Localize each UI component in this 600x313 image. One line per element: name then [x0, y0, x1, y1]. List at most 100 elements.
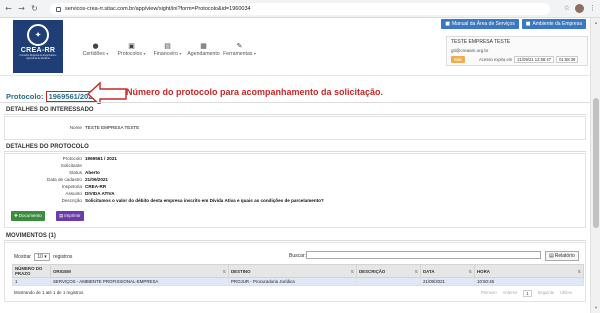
document-icon: ✚ — [14, 214, 18, 219]
cell-numero: 1 — [12, 277, 51, 286]
top-buttons: ■ Manual da Área de Serviços ■ Ambiente da… — [441, 19, 586, 29]
money-icon: ▤ — [164, 42, 171, 50]
annotation-text: Número do protocolo para acompanhamento … — [126, 87, 384, 97]
col-descricao[interactable]: DESCRIÇÃO ⇅ — [356, 264, 421, 278]
home-icon: ■ — [525, 21, 531, 27]
menu-certidoes[interactable]: ● Certidões ▾ — [78, 42, 113, 57]
page-length-select[interactable]: 10 ▾ — [34, 253, 50, 261]
cell-data: 21/09/2021 — [420, 277, 475, 286]
manual-button[interactable]: ■ Manual da Área de Serviços — [441, 19, 519, 29]
book-icon: ■ — [445, 21, 450, 27]
col-numero[interactable]: NÚMERO DO PRAZO — [12, 264, 51, 278]
col-data[interactable]: DATA ⇅ — [420, 264, 475, 278]
protocol-label: Protocolo: — [6, 92, 44, 101]
caret-down-icon: ▾ — [179, 51, 182, 56]
seal-icon: ✦ — [27, 24, 49, 46]
back-icon[interactable]: ← — [4, 4, 13, 13]
report-icon: ▤ — [549, 253, 554, 259]
sort-icon: ⇅ — [577, 268, 581, 274]
scroll-down-icon[interactable]: ▼ — [593, 305, 599, 311]
scroll-thumb[interactable] — [593, 98, 599, 228]
field-protocolo: Protocolo 1969561 / 2021 — [62, 156, 117, 161]
expires-label: Acesso expira em — [479, 57, 513, 62]
circle-icon: ● — [92, 42, 99, 50]
field-descricao: Descrição Solicitamos o valor do débito d… — [61, 198, 324, 203]
logo-subtitle: Conselho Regional de Engenharia e Agrono… — [19, 55, 57, 60]
table-info: Mostrando de 1 até 1 de 1 registros — [14, 290, 84, 295]
sort-icon: ⇅ — [350, 268, 354, 274]
main-menu: ● Certidões ▾ ▣ Protocolos ▾ ▤ Financeir… — [78, 42, 258, 57]
url-text: servicos-crea-rr.sitac.com.br/app/view/s… — [65, 6, 251, 12]
movimentos-table: NÚMERO DO PRAZO ORIGEM ⇅ DESTINO ⇅ DESCRIÇ… — [12, 264, 584, 286]
col-origem[interactable]: ORIGEM ⇅ — [50, 264, 229, 278]
menu-protocolos[interactable]: ▣ Protocolos ▾ — [114, 42, 149, 57]
pager-first[interactable]: Primeiro — [481, 290, 497, 297]
site-header: ✦ CREA-RR Conselho Regional de Engenhari… — [0, 18, 590, 76]
table-row[interactable]: 1 SERVIÇOS - AMBIENTE PROFISSIONAL-EMPRE… — [12, 277, 584, 286]
search-input[interactable] — [306, 251, 541, 259]
caret-down-icon: ▾ — [253, 51, 256, 56]
menu-financeiro[interactable]: ▤ Financeiro ▾ — [150, 42, 185, 57]
sort-icon: ⇅ — [468, 268, 472, 274]
relatorio-button[interactable]: ▤Relatório — [545, 251, 579, 261]
briefcase-icon: ▣ — [128, 42, 135, 50]
logo-brand: CREA-RR — [20, 47, 56, 54]
ambiente-button[interactable]: ■ Ambiente da Empresa — [521, 19, 586, 29]
user-box: TESTE EMPRESA TESTE gti@creaam.org.br Sa… — [446, 36, 588, 66]
star-icon[interactable]: ☆ — [564, 4, 570, 13]
user-email: gti@creaam.org.br — [451, 48, 489, 53]
cell-hora: 10:50:45 — [474, 277, 584, 286]
search-label: Buscar: — [289, 253, 306, 259]
expires-date: 21/09/21 12:58:47 — [514, 56, 555, 63]
col-hora[interactable]: HORA ⇅ — [474, 264, 584, 278]
interessado-name-row: Nome TESTE EMPRESA TESTE — [0, 125, 140, 130]
pager-last[interactable]: Último — [560, 290, 572, 297]
pager-prev[interactable]: Anterior — [503, 290, 518, 297]
cell-destino: PROJUR - Procuradoria Jurídica — [228, 277, 357, 286]
browser-toolbar: ← → ↻ servicos-crea-rr.sitac.com.br/app/… — [0, 0, 600, 18]
lock-icon — [56, 6, 61, 12]
forward-icon[interactable]: → — [17, 4, 26, 13]
browser-actions: ☆ ⋮ — [564, 4, 596, 13]
sort-icon: ⇅ — [222, 268, 226, 274]
cell-origem: SERVIÇOS - AMBIENTE PROFISSIONAL-EMPRESA — [50, 277, 229, 286]
caret-down-icon: ▾ — [143, 51, 146, 56]
reload-icon[interactable]: ↻ — [30, 4, 39, 13]
menu-dots-icon[interactable]: ⋮ — [589, 4, 596, 13]
wrench-icon: ✎ — [236, 42, 243, 50]
cell-descricao — [356, 277, 421, 286]
user-name: TESTE EMPRESA TESTE — [451, 39, 511, 45]
field-solicitante: Solicitante — [60, 163, 82, 168]
caret-down-icon: ▾ — [106, 51, 109, 56]
detalhes-title: DETALHES DO PROTOCOLO — [4, 143, 586, 152]
pagination: Primeiro Anterior 1 Seguinte Último — [481, 290, 572, 297]
pager-current[interactable]: 1 — [523, 290, 532, 297]
calendar-icon: ▦ — [200, 42, 207, 50]
address-bar[interactable]: servicos-crea-rr.sitac.com.br/app/view/s… — [50, 3, 550, 15]
page-scrollbar[interactable]: ▲ ▼ — [590, 18, 600, 313]
imprimir-button[interactable]: ▤Imprimir — [56, 211, 84, 221]
expires-countdown: 01:58:39 — [556, 56, 579, 63]
divider — [0, 102, 590, 103]
page-length-control: Mostrar 10 ▾ registros — [14, 253, 73, 261]
field-label: Nome — [69, 125, 82, 130]
movimentos-title: MOVIMENTOS (1) — [4, 232, 586, 241]
col-destino[interactable]: DESTINO ⇅ — [228, 264, 357, 278]
field-value: TESTE EMPRESA TESTE — [85, 125, 140, 130]
annotation-arrow — [86, 81, 127, 104]
pager-next[interactable]: Seguinte — [538, 290, 555, 297]
field-assunto: Assunto DIVIDA ATIVA — [65, 191, 115, 196]
table-header-row: NÚMERO DO PRAZO ORIGEM ⇅ DESTINO ⇅ DESCRIÇ… — [12, 264, 584, 278]
print-icon: ▤ — [59, 214, 64, 219]
field-data-cadastro: Data de cadastro 21/09/2021 — [47, 177, 108, 182]
sort-icon: ⇅ — [414, 268, 418, 274]
logout-button[interactable]: Sair — [451, 56, 466, 63]
scroll-up-icon[interactable]: ▲ — [593, 20, 599, 26]
menu-ferramentas[interactable]: ✎ Ferramentas ▾ — [222, 42, 257, 57]
crea-logo[interactable]: ✦ CREA-RR Conselho Regional de Engenhari… — [13, 20, 63, 73]
avatar[interactable] — [575, 4, 584, 13]
menu-agendamento[interactable]: ▦ Agendamento — [186, 42, 221, 57]
field-inspetoria: Inspetoria CREA-RR — [61, 184, 107, 189]
field-status: Status Aberto — [68, 170, 100, 175]
documento-button[interactable]: ✚Documento — [11, 211, 45, 221]
